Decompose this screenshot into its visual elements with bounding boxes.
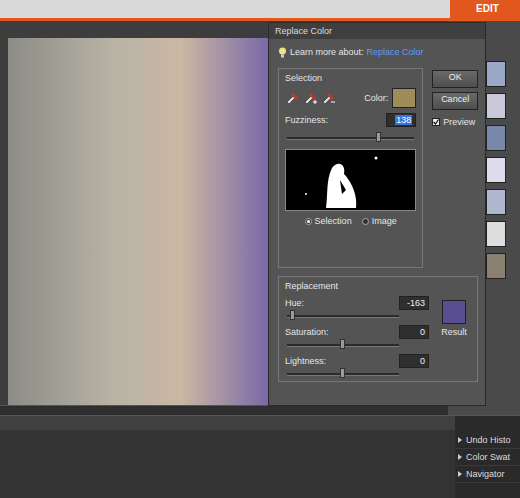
group-legend: Selection <box>285 73 416 83</box>
radio-button[interactable] <box>305 218 312 225</box>
panel-item[interactable]: Undo Histo <box>455 432 520 449</box>
preview-checkbox[interactable] <box>432 118 440 126</box>
eyedropper-tool[interactable] <box>285 90 299 107</box>
horizontal-scrollbar[interactable] <box>0 405 448 415</box>
panel-label: Undo Histo <box>466 435 511 445</box>
selection-group: Selection Color: Fuzziness: 138 Selection Ima… <box>278 68 423 268</box>
thumbnail[interactable] <box>486 157 506 183</box>
replacement-slider-track <box>287 344 399 347</box>
panel-label: Color Swat <box>466 452 510 462</box>
group-legend: Replacement <box>285 281 471 291</box>
thumbnail[interactable] <box>486 93 506 119</box>
checkmark-icon <box>433 119 439 125</box>
view-options: Selection Image <box>285 216 416 226</box>
dialog-body: Learn more about:Replace Color Selection C… <box>269 39 485 389</box>
replacement-slider-track <box>287 315 399 318</box>
learn-more: Learn more about:Replace Color <box>278 44 478 60</box>
slider-value-field[interactable]: 0 <box>399 325 429 339</box>
subtract-eyedropper-tool[interactable] <box>321 90 335 107</box>
slider-label: Saturation: <box>285 327 329 337</box>
fuzziness-field[interactable]: 138 <box>386 113 416 127</box>
thumbnail[interactable] <box>486 61 506 87</box>
slider-value: 0 <box>420 356 425 366</box>
slider-row: Hue: -163 <box>285 296 429 322</box>
project-bin: Undo Histo Color Swat Navigator <box>0 415 520 498</box>
learn-label: Learn more about: <box>290 47 364 57</box>
dialog-title-bar[interactable]: Replace Color <box>269 23 485 39</box>
slider-header: Hue: -163 <box>285 296 429 310</box>
radio-label: Selection <box>315 216 352 226</box>
expand-icon <box>458 471 462 477</box>
preview-label: Preview <box>443 117 475 127</box>
thumbnail[interactable] <box>486 189 506 215</box>
replacement-slider-thumb[interactable] <box>340 368 345 378</box>
selection-mask-icon <box>286 150 408 208</box>
thumbnail[interactable] <box>486 125 506 151</box>
replacement-body: Hue: -163 Saturation: 0 Lightness: 0 Result <box>285 296 471 380</box>
lightbulb-icon <box>278 47 287 58</box>
slider-header: Saturation: 0 <box>285 325 429 339</box>
thumbnail-strip <box>486 61 506 415</box>
help-link[interactable]: Replace Color <box>367 47 424 57</box>
view-radio[interactable]: Image <box>362 216 397 226</box>
thumbnail[interactable] <box>486 221 506 247</box>
ok-button[interactable]: OK <box>432 70 478 88</box>
slider-value-field[interactable]: 0 <box>399 354 429 368</box>
fuzziness-row: Fuzziness: 138 <box>285 113 416 127</box>
button-column: OK Cancel Preview <box>432 68 478 268</box>
panel-list: Undo Histo Color Swat Navigator <box>455 416 520 498</box>
replacement-slider-track <box>287 373 399 376</box>
slider-label: Lightness: <box>285 356 326 366</box>
expand-icon <box>458 454 462 460</box>
fuzziness-slider-track <box>287 137 414 140</box>
cancel-button[interactable]: Cancel <box>432 92 478 110</box>
panel-item[interactable]: Navigator <box>455 466 520 483</box>
replacement-slider-thumb[interactable] <box>290 310 295 320</box>
slider-row: Saturation: 0 <box>285 325 429 351</box>
view-radio[interactable]: Selection <box>305 216 352 226</box>
slider-value: -163 <box>407 298 425 308</box>
fuzziness-slider-thumb[interactable] <box>376 132 381 142</box>
replacement-group: ReplacementHue:-163Saturation:0Lightness… <box>278 276 478 382</box>
result-preview: Result <box>437 296 471 380</box>
result-label: Result <box>441 327 467 337</box>
preview-option[interactable]: Preview <box>432 117 478 127</box>
upper-row: Selection Color: Fuzziness: 138 Selection Ima… <box>278 68 478 268</box>
panel-label: Navigator <box>466 469 505 479</box>
slider-value-field[interactable]: -163 <box>399 296 429 310</box>
thumbnail[interactable] <box>486 253 506 279</box>
fuzziness-label: Fuzziness: <box>285 115 328 125</box>
color-label: Color: <box>364 93 388 103</box>
menu-bar: EDIT <box>0 0 520 21</box>
fuzziness-value: 138 <box>395 115 412 125</box>
expand-icon <box>458 437 462 443</box>
color-swatch[interactable] <box>392 88 416 108</box>
eyedropper-minus-icon <box>321 90 335 105</box>
eyedropper-plus-icon <box>303 90 317 105</box>
slider-row: Lightness: 0 <box>285 354 429 380</box>
replace-color-dialog: Replace ColorLearn more about:Replace Co… <box>268 22 486 406</box>
replacement-slider-thumb[interactable] <box>340 339 345 349</box>
slider-label: Hue: <box>285 298 304 308</box>
dialog-title: Replace Color <box>275 26 332 36</box>
add-eyedropper-tool[interactable] <box>303 90 317 107</box>
eyedropper-row: Color: <box>285 88 416 108</box>
slider-header: Lightness: 0 <box>285 354 429 368</box>
bin-area <box>0 416 455 498</box>
radio-label: Image <box>372 216 397 226</box>
radio-button[interactable] <box>362 218 369 225</box>
slider-value: 0 <box>420 327 425 337</box>
eyedropper-icon <box>285 90 299 105</box>
replacement-sliders: Hue: -163 Saturation: 0 Lightness: 0 <box>285 296 429 380</box>
edit-tab[interactable]: EDIT <box>450 0 520 18</box>
panel-item[interactable]: Color Swat <box>455 449 520 466</box>
result-swatch[interactable] <box>442 300 466 324</box>
selection-preview <box>285 149 416 211</box>
